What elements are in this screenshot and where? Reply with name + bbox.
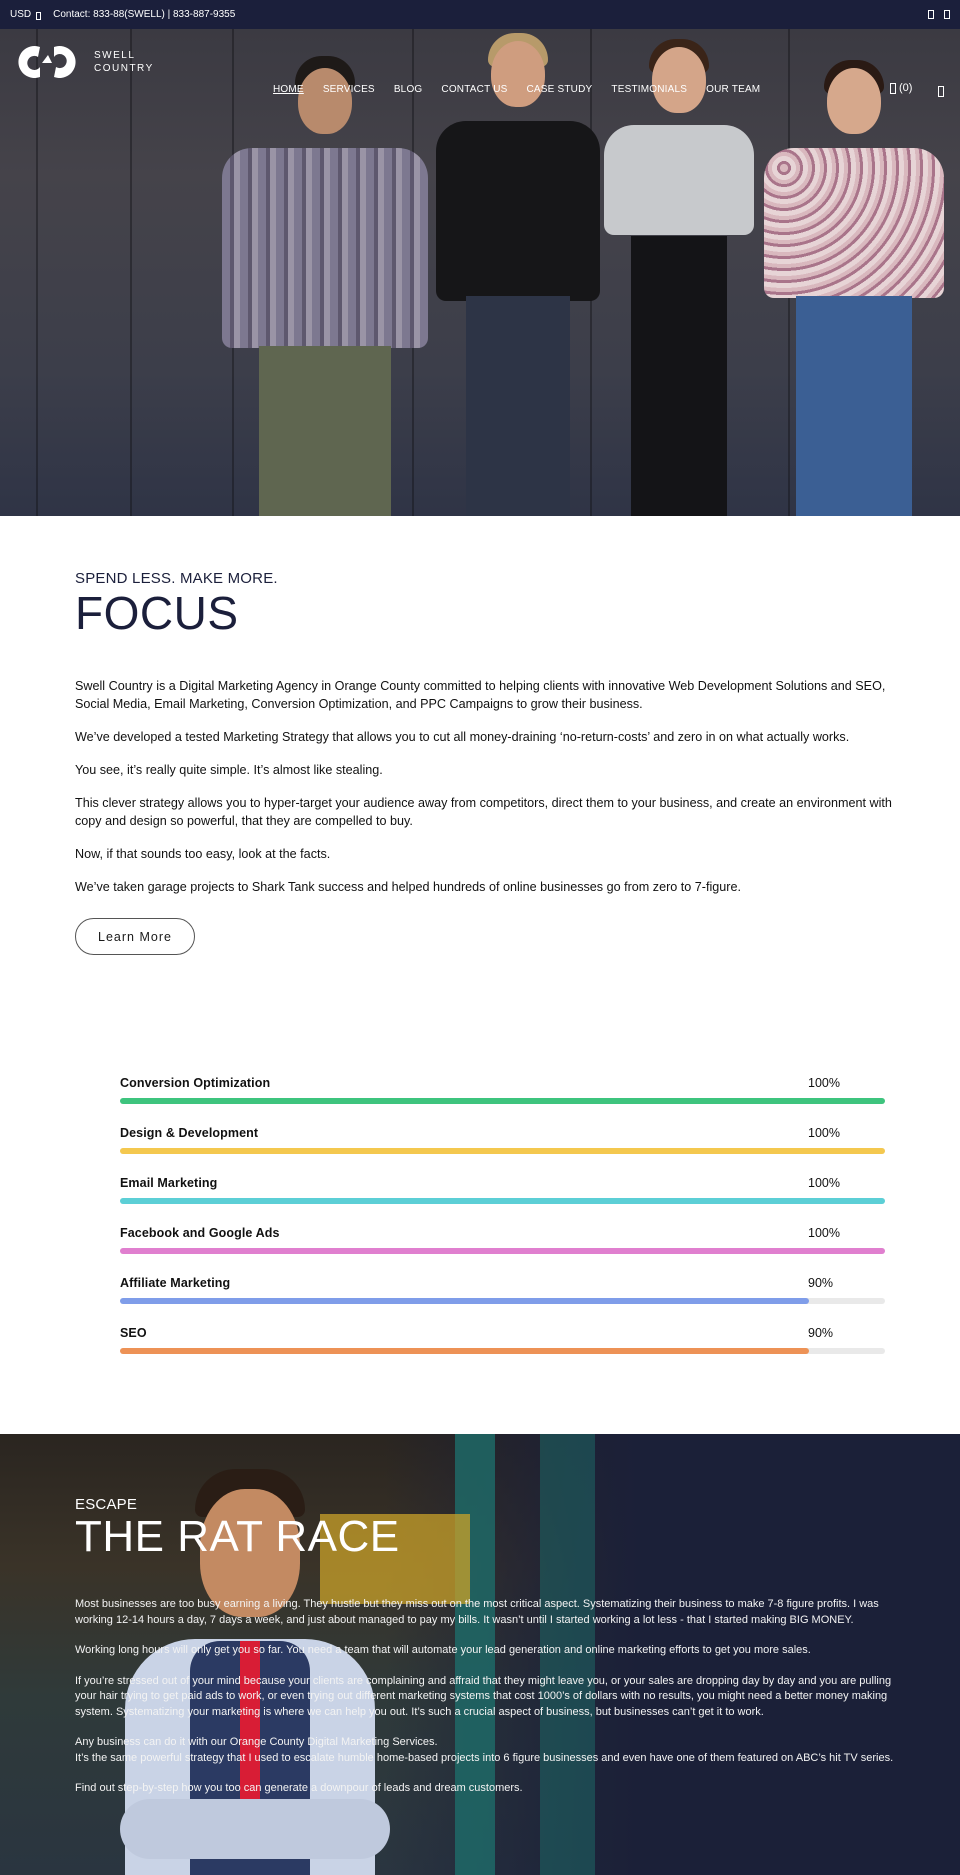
skill-name: Conversion Optimization <box>120 1076 271 1090</box>
skill-percent: 90% <box>808 1276 834 1290</box>
skill-percent: 100% <box>808 1126 840 1140</box>
focus-paragraph: Swell Country is a Digital Marketing Age… <box>75 679 886 711</box>
nav-home[interactable]: HOME <box>273 84 304 95</box>
skill-bar: Design & Development 100% <box>120 1126 885 1176</box>
nav-services[interactable]: SERVICES <box>323 84 375 95</box>
rat-race-paragraph: Any business can do it with our Orange C… <box>75 1735 895 1766</box>
main-nav: HOME SERVICES BLOG CONTACT US CASE STUDY… <box>273 84 760 95</box>
skill-bar: Conversion Optimization 100% <box>120 1076 885 1126</box>
skill-percent: 100% <box>808 1076 840 1090</box>
skill-bar: Email Marketing 100% <box>120 1176 885 1226</box>
skill-track <box>120 1348 885 1354</box>
skill-name: Affiliate Marketing <box>120 1276 231 1290</box>
logo[interactable]: SWELL COUNTRY <box>10 43 154 81</box>
skill-fill <box>120 1098 885 1104</box>
rat-race-title: THE RAT RACE <box>75 1512 400 1561</box>
skills-list: Conversion Optimization 100% Design & Deve… <box>120 1076 885 1376</box>
focus-paragraph: This clever strategy allows you to hyper… <box>75 796 892 828</box>
focus-section: SPEND LESS. MAKE MORE. FOCUS Swell Count… <box>0 516 960 1434</box>
currency-selector[interactable]: USD <box>10 9 42 20</box>
rat-race-section: ESCAPE THE RAT RACE Most businesses are … <box>0 1434 960 1875</box>
focus-title: FOCUS <box>75 587 239 639</box>
skill-track <box>120 1298 885 1304</box>
logo-text: SWELL COUNTRY <box>94 49 154 75</box>
currency-label: USD <box>10 9 32 20</box>
cart-count: (0) <box>899 82 913 94</box>
contact-info: Contact: 833-88(SWELL) | 833-887-9355 <box>53 9 236 20</box>
skill-track <box>120 1098 885 1104</box>
rat-race-paragraph: Working long hours will only get you so … <box>75 1644 811 1656</box>
skill-name: Design & Development <box>120 1126 259 1140</box>
nav-testimonials[interactable]: TESTIMONIALS <box>611 84 687 95</box>
skill-fill <box>120 1248 885 1254</box>
nav-our-team[interactable]: OUR TEAM <box>706 84 760 95</box>
learn-more-button[interactable]: Learn More <box>75 918 195 955</box>
rat-race-line: Any business can do it with our Orange C… <box>75 1736 438 1748</box>
menu-toggle-button[interactable] <box>938 84 944 102</box>
skill-track <box>120 1198 885 1204</box>
skill-percent: 100% <box>808 1226 840 1240</box>
social-icon[interactable] <box>944 10 950 19</box>
team-member-photo <box>436 29 600 516</box>
hero-section: SWELL COUNTRY HOME SERVICES BLOG CONTACT… <box>0 29 960 516</box>
focus-paragraph: You see, it’s really quite simple. It’s … <box>75 763 383 777</box>
focus-paragraph: We’ve developed a tested Marketing Strat… <box>75 730 850 744</box>
skill-track <box>120 1248 885 1254</box>
skill-fill <box>120 1298 809 1304</box>
logo-line-2: COUNTRY <box>94 63 154 74</box>
nav-contact-us[interactable]: CONTACT US <box>441 84 507 95</box>
skill-fill <box>120 1198 885 1204</box>
top-bar: USD Contact: 833-88(SWELL) | 833-887-935… <box>0 0 960 29</box>
menu-icon <box>938 86 944 97</box>
chevron-down-icon <box>36 12 42 20</box>
rat-race-paragraph: Most businesses are too busy earning a l… <box>75 1598 879 1626</box>
skill-bar: SEO 90% <box>120 1326 885 1376</box>
skill-track <box>120 1148 885 1154</box>
skill-name: Email Marketing <box>120 1176 218 1190</box>
team-member-photo <box>604 29 754 516</box>
rat-race-line: It’s the same powerful strategy that I u… <box>75 1751 894 1764</box>
nav-case-study[interactable]: CASE STUDY <box>526 84 592 95</box>
logo-mark-icon <box>18 46 76 78</box>
skill-fill <box>120 1348 809 1354</box>
logo-line-1: SWELL <box>94 50 136 61</box>
skill-fill <box>120 1148 885 1154</box>
focus-paragraph: Now, if that sounds too easy, look at th… <box>75 847 331 861</box>
cart-icon <box>890 82 896 94</box>
rat-race-paragraph: If you’re stressed out of your mind beca… <box>75 1674 892 1718</box>
focus-eyebrow: SPEND LESS. MAKE MORE. <box>75 570 278 587</box>
rat-race-paragraph: Find out step-by-step how you too can ge… <box>75 1782 523 1794</box>
skill-bar: Facebook and Google Ads 100% <box>120 1226 885 1276</box>
skill-name: SEO <box>120 1326 147 1340</box>
team-member-photo <box>764 56 944 516</box>
cart-button[interactable]: (0) <box>890 82 912 94</box>
team-member-photo <box>222 56 428 516</box>
wall-plank <box>130 29 132 516</box>
skill-percent: 90% <box>808 1326 834 1340</box>
nav-blog[interactable]: BLOG <box>394 84 423 95</box>
skill-percent: 100% <box>808 1176 840 1190</box>
skill-name: Facebook and Google Ads <box>120 1226 280 1240</box>
social-icon[interactable] <box>928 10 934 19</box>
focus-paragraph: We’ve taken garage projects to Shark Tan… <box>75 880 741 894</box>
rat-race-content: ESCAPE THE RAT RACE Most businesses are … <box>75 1496 895 1797</box>
rat-race-eyebrow: ESCAPE <box>75 1496 138 1513</box>
wall-plank <box>36 29 38 516</box>
skill-bar: Affiliate Marketing 90% <box>120 1276 885 1326</box>
